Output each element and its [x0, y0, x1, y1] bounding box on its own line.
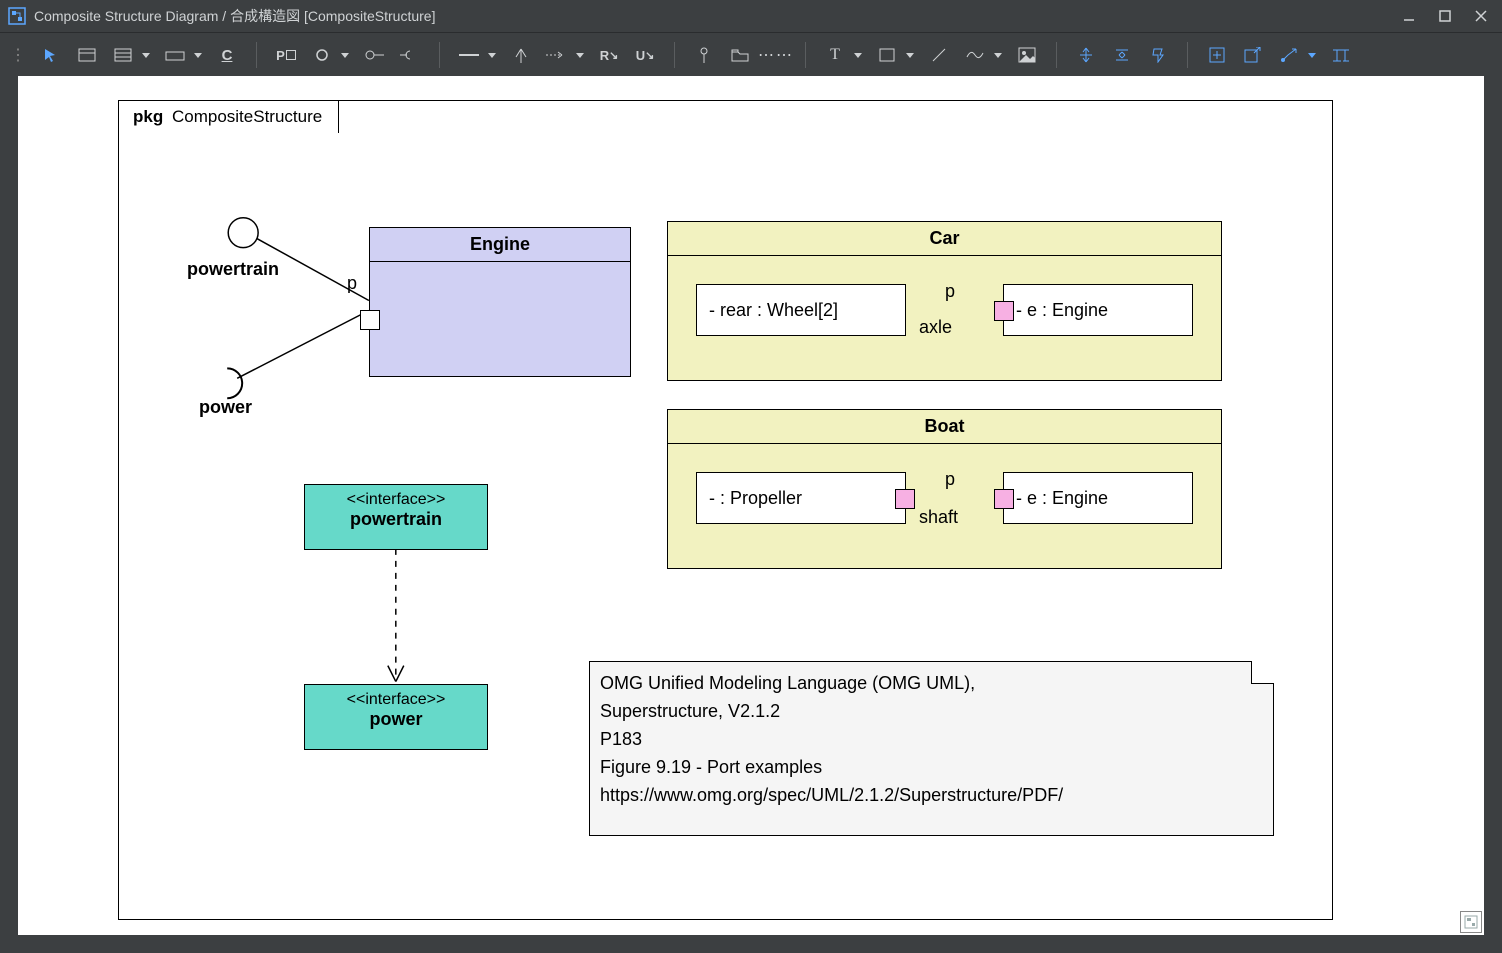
boat-engine-port[interactable]	[994, 489, 1014, 509]
dropdown-icon[interactable]	[1308, 53, 1316, 58]
engine-name: Engine	[370, 228, 630, 262]
provided-label: powertrain	[187, 259, 279, 280]
car-part-rear[interactable]: - rear : Wheel[2]	[696, 284, 906, 336]
car-e-text: - e : Engine	[1016, 300, 1108, 321]
required-label: power	[199, 397, 252, 418]
boat-name: Boat	[668, 410, 1221, 444]
tool-rect[interactable]	[876, 44, 898, 66]
iface1-name: powertrain	[305, 509, 487, 536]
dropdown-icon[interactable]	[341, 53, 349, 58]
engine-port[interactable]	[360, 310, 380, 330]
minimap-icon[interactable]	[1460, 911, 1482, 933]
diagram-canvas[interactable]: pkg CompositeStructure	[18, 76, 1484, 935]
engine-port-label: p	[347, 273, 357, 294]
car-part-engine[interactable]: - e : Engine	[1003, 284, 1193, 336]
car-rear-text: - rear : Wheel[2]	[709, 300, 838, 321]
boat-connector-label: shaft	[919, 507, 958, 528]
diagram-frame[interactable]: pkg CompositeStructure	[118, 100, 1333, 920]
interface-powertrain[interactable]: <<interface>> powertrain	[304, 484, 488, 550]
tool-usage[interactable]: U↘	[634, 44, 656, 66]
car-name: Car	[668, 222, 1221, 256]
note-line5: https://www.omg.org/spec/UML/2.1.2/Super…	[600, 782, 1263, 810]
tool-pin2[interactable]	[1147, 44, 1169, 66]
tool-pointer[interactable]	[40, 44, 62, 66]
diagram-tab-prefix: pkg	[133, 107, 163, 126]
boat-part-prop[interactable]: - : Propeller	[696, 472, 906, 524]
boat-prop-text: - : Propeller	[709, 488, 802, 509]
boat-e-text: - e : Engine	[1016, 488, 1108, 509]
boat-prop-port[interactable]	[895, 489, 915, 509]
note-line4: Figure 9.19 - Port examples	[600, 754, 1263, 782]
iface2-name: power	[305, 709, 487, 736]
tool-boxarrow[interactable]	[1242, 44, 1264, 66]
tool-open-arrow-up[interactable]	[510, 44, 532, 66]
tool-folder[interactable]	[729, 44, 751, 66]
tool-box-v[interactable]	[112, 44, 134, 66]
tool-part[interactable]	[164, 44, 186, 66]
car-connector-label: axle	[919, 317, 952, 338]
dropdown-icon[interactable]	[142, 53, 150, 58]
dropdown-icon[interactable]	[994, 53, 1002, 58]
dropdown-icon[interactable]	[906, 53, 914, 58]
iface2-stereo: <<interface>>	[305, 685, 487, 709]
diagram-tab: pkg CompositeStructure	[118, 100, 339, 133]
tool-collab[interactable]: C	[216, 44, 238, 66]
dropdown-icon[interactable]	[576, 53, 584, 58]
comment-note[interactable]: OMG Unified Modeling Language (OMG UML),…	[589, 661, 1274, 836]
tool-boxplus[interactable]	[1206, 44, 1228, 66]
window-title: Composite Structure Diagram / 合成構造図 [Com…	[34, 6, 1400, 26]
boat-part-engine[interactable]: - e : Engine	[1003, 472, 1193, 524]
minimize-button[interactable]	[1400, 7, 1418, 25]
interface-power[interactable]: <<interface>> power	[304, 684, 488, 750]
diagram-tab-name: CompositeStructure	[172, 107, 322, 126]
class-engine[interactable]: Engine	[369, 227, 631, 377]
tool-port[interactable]: P	[275, 44, 297, 66]
note-line3: P183	[600, 726, 1263, 754]
maximize-button[interactable]	[1436, 7, 1454, 25]
tool-box-h[interactable]	[76, 44, 98, 66]
car-engine-port[interactable]	[994, 301, 1014, 321]
dropdown-icon[interactable]	[194, 53, 202, 58]
note-fold-icon	[1251, 661, 1274, 684]
boat-port-label: p	[945, 469, 955, 490]
tool-slash[interactable]	[928, 44, 950, 66]
tool-zarrow[interactable]	[1278, 44, 1300, 66]
tool-realize[interactable]: R↘	[598, 44, 620, 66]
tool-line[interactable]	[458, 44, 480, 66]
note-line2: Superstructure, V2.1.2	[600, 698, 1263, 726]
tool-socket[interactable]	[399, 44, 421, 66]
tool-lollipop[interactable]	[363, 44, 385, 66]
dropdown-icon[interactable]	[488, 53, 496, 58]
close-button[interactable]	[1472, 7, 1490, 25]
tool-text[interactable]: T	[824, 44, 846, 66]
tool-vgap-shrink[interactable]	[1111, 44, 1133, 66]
iface1-stereo: <<interface>>	[305, 485, 487, 509]
tool-dash-arrow[interactable]	[546, 44, 568, 66]
tool-wave[interactable]	[964, 44, 986, 66]
app-icon	[8, 7, 26, 25]
tool-image[interactable]	[1016, 44, 1038, 66]
tool-vgap-expand[interactable]	[1075, 44, 1097, 66]
tool-pin[interactable]	[693, 44, 715, 66]
note-line1: OMG Unified Modeling Language (OMG UML),	[600, 670, 1263, 698]
window-titlebar: Composite Structure Diagram / 合成構造図 [Com…	[0, 0, 1502, 32]
tool-tree[interactable]	[1330, 44, 1352, 66]
tool-provided[interactable]	[311, 44, 333, 66]
toolbar: ⋮ C P R↘ U↘ ⋯⋯ T	[0, 32, 1502, 77]
tool-dots[interactable]: ⋯⋯	[765, 44, 787, 66]
dropdown-icon[interactable]	[854, 53, 862, 58]
car-port-label: p	[945, 281, 955, 302]
